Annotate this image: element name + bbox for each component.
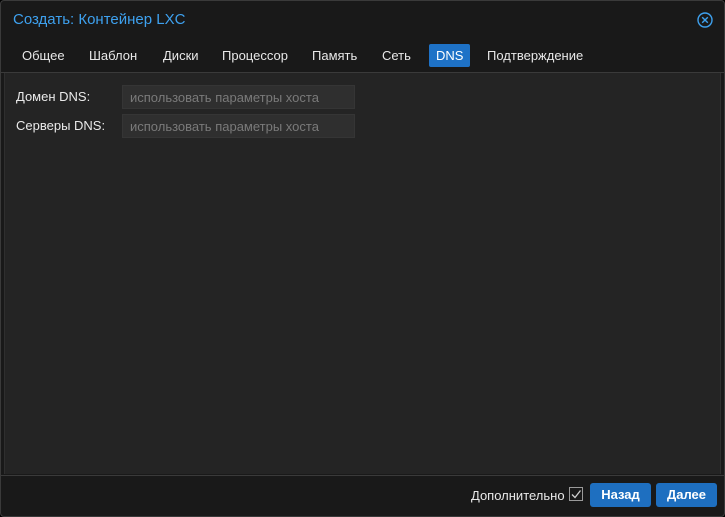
close-button[interactable] (697, 12, 713, 28)
tab-cpu[interactable]: Процессор (215, 44, 295, 67)
advanced-checkbox[interactable] (569, 487, 584, 502)
next-button[interactable]: Далее (656, 483, 717, 507)
dns-domain-label: Домен DNS: (16, 89, 91, 104)
checkbox-checked-icon (569, 487, 583, 501)
advanced-label: Дополнительно (471, 488, 565, 503)
tab-general[interactable]: Общее (15, 44, 72, 67)
dialog-footer: Дополнительно Назад Далее (1, 475, 724, 516)
tab-disks[interactable]: Диски (156, 44, 206, 67)
dns-domain-row: Домен DNS: (5, 85, 405, 109)
dialog-title: Создать: Контейнер LXC (13, 11, 186, 28)
dns-servers-input[interactable] (122, 114, 355, 138)
back-button[interactable]: Назад (590, 483, 651, 507)
dns-domain-input[interactable] (122, 85, 355, 109)
dns-panel: Домен DNS: Серверы DNS: (4, 73, 721, 474)
tab-confirmation[interactable]: Подтверждение (480, 44, 590, 67)
dns-servers-label: Серверы DNS: (16, 118, 106, 133)
close-circle-icon (697, 12, 713, 28)
tab-network[interactable]: Сеть (375, 44, 418, 67)
wizard-tabbar: Общее Шаблон Диски Процессор Память Сеть… (1, 39, 724, 73)
tab-template[interactable]: Шаблон (82, 44, 144, 67)
create-lxc-dialog: Создать: Контейнер LXC Общее Шаблон Диск… (0, 0, 725, 517)
tab-dns[interactable]: DNS (429, 44, 471, 67)
tab-memory[interactable]: Память (305, 44, 364, 67)
dns-servers-row: Серверы DNS: (5, 114, 405, 138)
dialog-titlebar: Создать: Контейнер LXC (1, 1, 724, 39)
